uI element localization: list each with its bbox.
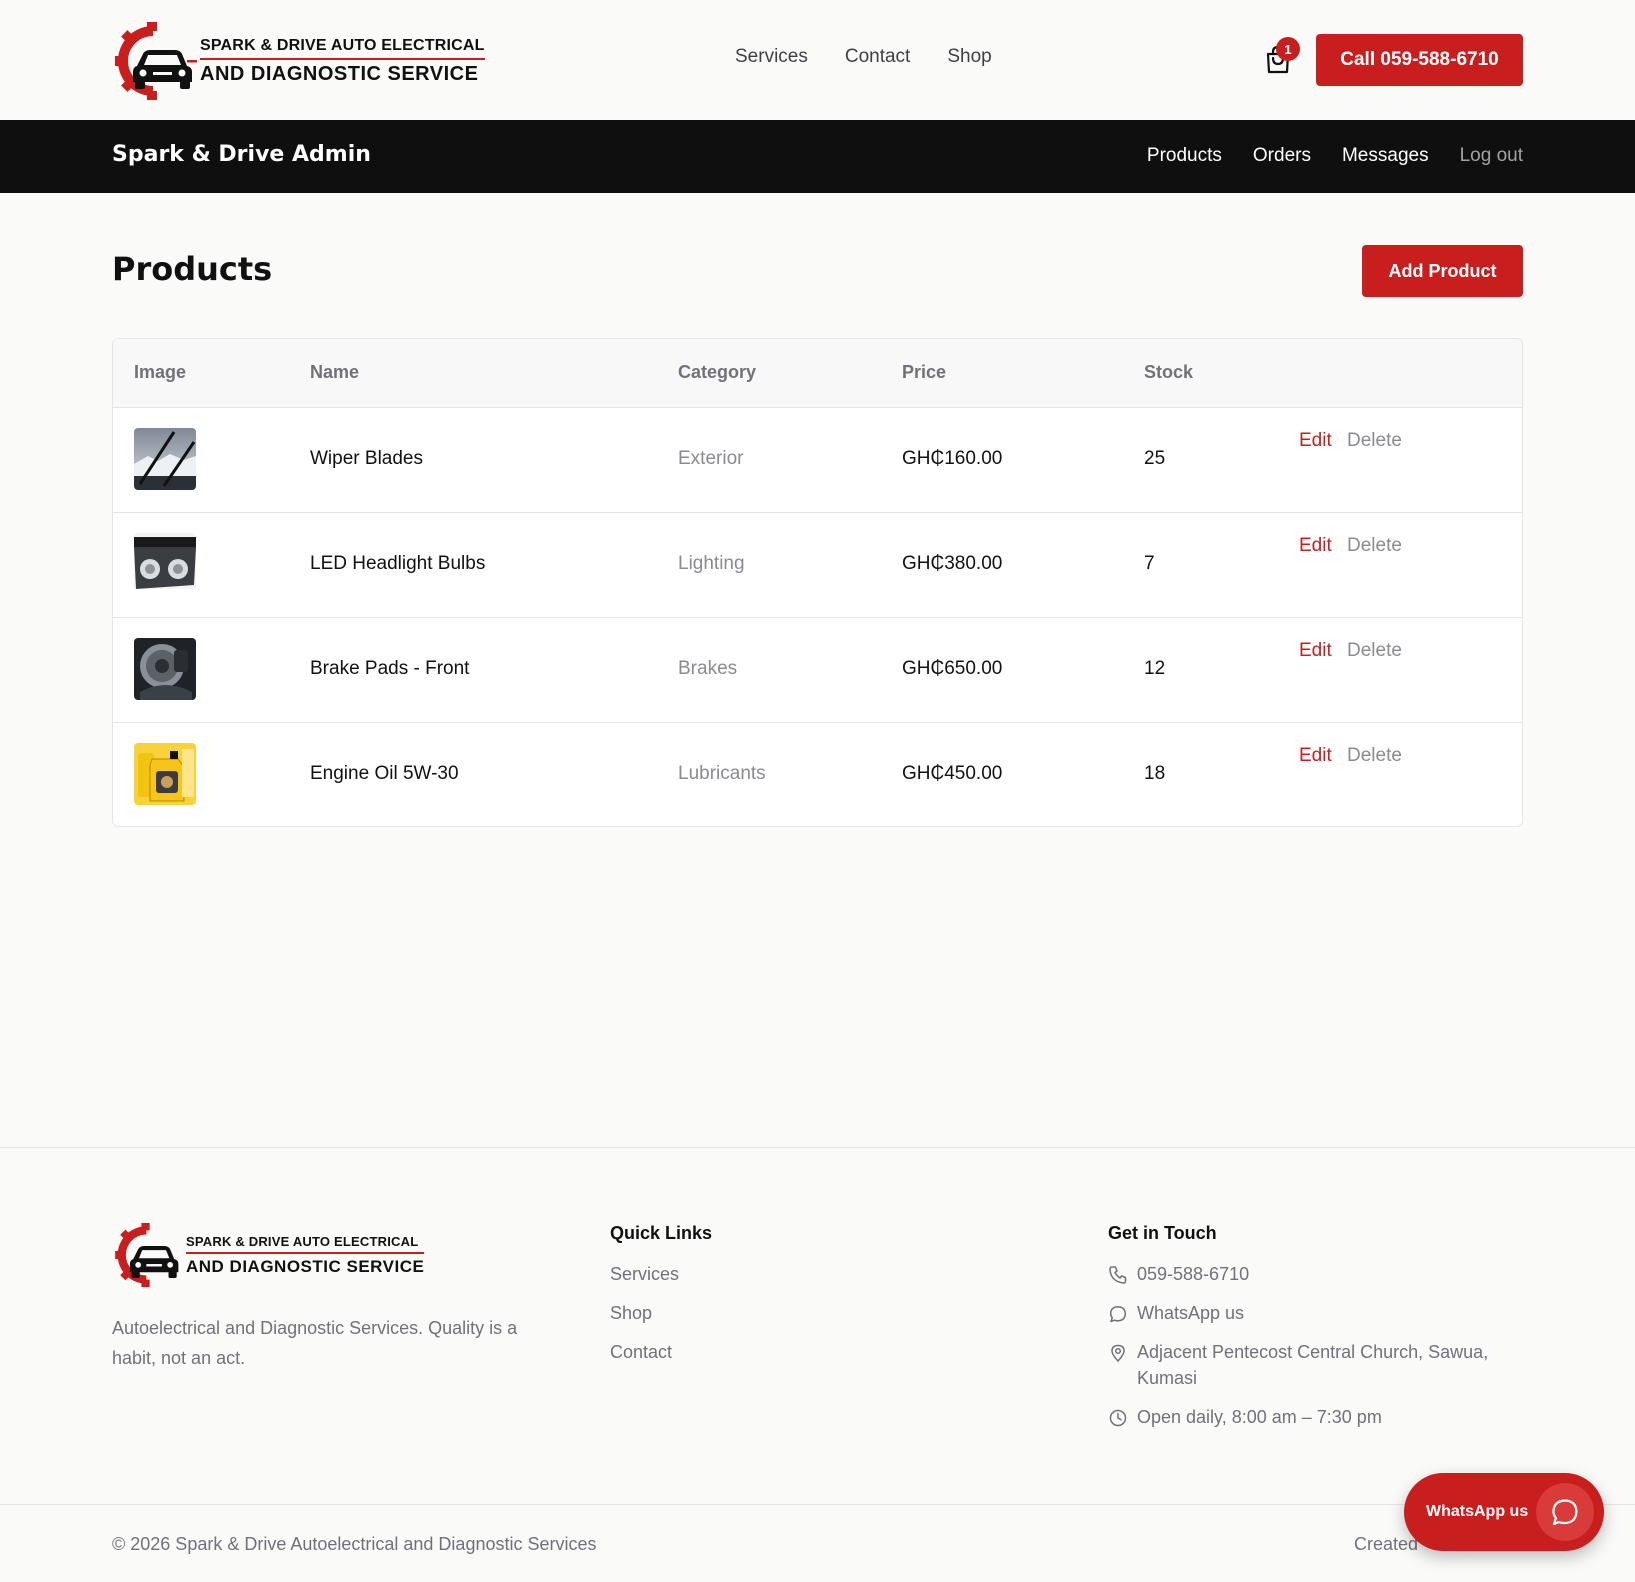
admin-nav-messages[interactable]: Messages — [1342, 145, 1429, 167]
whatsapp-float-button[interactable]: WhatsApp us — [1404, 1473, 1604, 1551]
contact-title: Get in Touch — [1108, 1223, 1217, 1243]
product-category: Lighting — [678, 553, 745, 574]
logo-line-1: SPARK & DRIVE AUTO ELECTRICAL — [200, 37, 485, 60]
edit-button[interactable]: Edit — [1299, 430, 1332, 452]
delete-button[interactable]: Delete — [1347, 430, 1402, 452]
product-price: GH₵160.00 — [902, 448, 1003, 469]
product-price: GH₵650.00 — [902, 658, 1003, 679]
chat-bubble-icon — [1552, 1499, 1578, 1526]
whatsapp-float-label: WhatsApp us — [1426, 1503, 1529, 1520]
map-pin-icon — [1111, 1344, 1125, 1363]
main-nav: Services Contact Shop — [735, 46, 992, 68]
product-stock: 7 — [1144, 553, 1155, 574]
product-name: Brake Pads - Front — [310, 658, 470, 679]
product-thumbnail — [134, 638, 196, 700]
admin-nav-orders[interactable]: Orders — [1253, 145, 1311, 167]
logo-text: SPARK & DRIVE AUTO ELECTRICAL AND DIAGNO… — [200, 37, 485, 86]
product-price: GH₵450.00 — [902, 763, 1003, 784]
admin-nav: Products Orders Messages Log out — [1147, 145, 1523, 167]
product-stock: 25 — [1144, 448, 1166, 469]
whatsapp-float-icon-wrap — [1536, 1483, 1594, 1541]
site-header: SPARK & DRIVE AUTO ELECTRICAL AND DIAGNO… — [0, 0, 1635, 120]
contact-whatsapp[interactable]: WhatsApp us — [1108, 1300, 1244, 1326]
product-name: Engine Oil 5W-30 — [310, 763, 459, 784]
logo-text: SPARK & DRIVE AUTO ELECTRICAL AND DIAGNO… — [186, 1234, 425, 1277]
footer-link-shop[interactable]: Shop — [610, 1303, 652, 1324]
admin-nav-products[interactable]: Products — [1147, 145, 1222, 167]
nav-shop[interactable]: Shop — [947, 46, 991, 68]
footer-logo[interactable]: SPARK & DRIVE AUTO ELECTRICAL AND DIAGNO… — [113, 1223, 425, 1287]
product-price: GH₵380.00 — [902, 553, 1003, 574]
table-header: Image Name Category Price Stock — [113, 339, 1522, 408]
cart-count-badge: 1 — [1276, 37, 1300, 61]
footer-link-contact[interactable]: Contact — [610, 1342, 672, 1363]
footer-tagline: Autoelectrical and Diagnostic Services. … — [112, 1318, 518, 1368]
col-price: Price — [902, 362, 947, 382]
product-thumbnail — [134, 743, 196, 805]
contact-hours: Open daily, 8:00 am – 7:30 pm — [1108, 1404, 1382, 1430]
contact-phone[interactable]: 059-588-6710 — [1108, 1261, 1249, 1287]
product-category: Exterior — [678, 448, 744, 469]
created-by: Created — [1354, 1534, 1419, 1554]
delete-button[interactable]: Delete — [1347, 640, 1402, 662]
delete-button[interactable]: Delete — [1347, 745, 1402, 767]
col-category: Category — [678, 362, 757, 382]
logo-line-2: AND DIAGNOSTIC SERVICE — [200, 62, 479, 85]
product-category: Lubricants — [678, 763, 766, 784]
col-name: Name — [310, 362, 360, 382]
admin-brand[interactable]: Spark & Drive Admin — [112, 142, 371, 167]
logout-link[interactable]: Log out — [1460, 145, 1523, 167]
nav-services[interactable]: Services — [735, 46, 808, 68]
edit-button[interactable]: Edit — [1299, 535, 1332, 557]
products-table: Image Name Category Price Stock Wiper Bl… — [112, 338, 1523, 827]
gear-car-logo-icon — [115, 1223, 179, 1287]
gear-car-logo-icon — [115, 22, 197, 100]
contact-hours-text: Open daily, 8:00 am – 7:30 pm — [1137, 1407, 1382, 1427]
contact-whatsapp-text: WhatsApp us — [1137, 1303, 1245, 1323]
add-product-button[interactable]: Add Product — [1362, 245, 1523, 297]
site-footer: SPARK & DRIVE AUTO ELECTRICAL AND DIAGNO… — [0, 1147, 1635, 1582]
edit-button[interactable]: Edit — [1299, 745, 1332, 767]
table-row: Wiper Blades Exterior GH₵160.00 25 Edit … — [113, 408, 1522, 513]
table-row: LED Headlight Bulbs Lighting GH₵380.00 7… — [113, 513, 1522, 618]
col-stock: Stock — [1144, 362, 1194, 382]
delete-button[interactable]: Delete — [1347, 535, 1402, 557]
engine-oil-image-icon — [134, 743, 196, 805]
contact-address-text: Adjacent Pentecost Central Church, Sawua… — [1137, 1342, 1489, 1388]
nav-contact[interactable]: Contact — [845, 46, 910, 68]
wiper-blades-image-icon — [134, 428, 196, 490]
copyright: © 2026 Spark & Drive Autoelectrical and … — [112, 1534, 597, 1554]
headlight-image-icon — [134, 533, 196, 595]
table-row: Engine Oil 5W-30 Lubricants GH₵450.00 18… — [113, 723, 1522, 826]
admin-bar: Spark & Drive Admin Products Orders Mess… — [0, 120, 1635, 193]
brand-logo[interactable]: SPARK & DRIVE AUTO ELECTRICAL AND DIAGNO… — [113, 22, 485, 100]
footer-link-services[interactable]: Services — [610, 1264, 679, 1285]
product-name: LED Headlight Bulbs — [310, 553, 486, 574]
call-button[interactable]: Call 059-588-6710 — [1316, 34, 1523, 86]
product-name: Wiper Blades — [310, 448, 423, 469]
product-stock: 18 — [1144, 763, 1166, 784]
product-category: Brakes — [678, 658, 738, 679]
phone-icon — [1109, 1266, 1127, 1284]
product-stock: 12 — [1144, 658, 1166, 679]
quick-links-title: Quick Links — [610, 1223, 713, 1243]
edit-button[interactable]: Edit — [1299, 640, 1332, 662]
page-title: Products — [112, 250, 273, 288]
clock-icon — [1109, 1409, 1127, 1427]
brake-pads-image-icon — [134, 638, 196, 700]
product-thumbnail — [134, 428, 196, 490]
contact-phone-text: 059-588-6710 — [1137, 1264, 1250, 1284]
footer-divider — [0, 1504, 1635, 1505]
chat-bubble-icon — [1109, 1306, 1127, 1323]
logo-line-2: AND DIAGNOSTIC SERVICE — [186, 1256, 425, 1276]
table-row: Brake Pads - Front Brakes GH₵650.00 12 E… — [113, 618, 1522, 723]
logo-line-1: SPARK & DRIVE AUTO ELECTRICAL — [186, 1234, 425, 1254]
product-thumbnail — [134, 533, 196, 595]
contact-address: Adjacent Pentecost Central Church, Sawua… — [1108, 1339, 1528, 1391]
col-image: Image — [134, 362, 187, 382]
